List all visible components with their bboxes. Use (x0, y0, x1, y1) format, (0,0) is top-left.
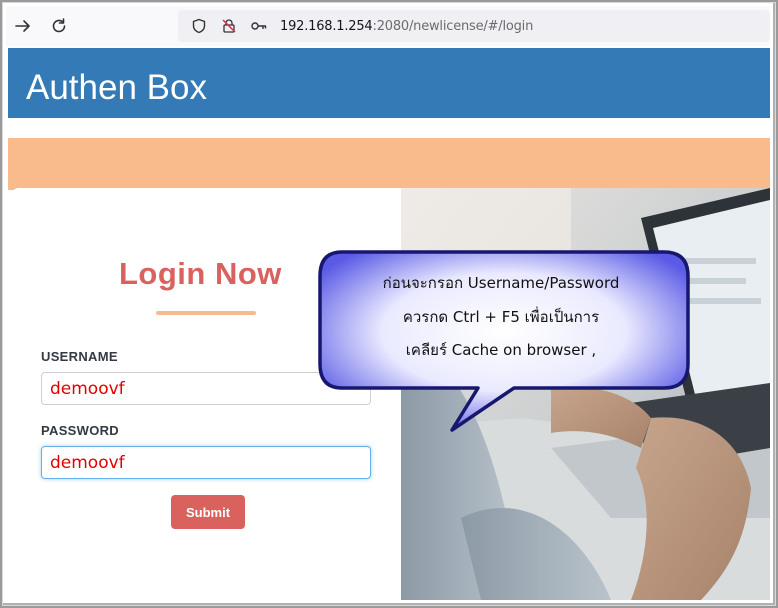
callout-line-3: เคลียร์ Cache on browser , (405, 341, 597, 359)
username-label: USERNAME (41, 349, 118, 364)
forward-arrow-icon[interactable] (12, 15, 34, 37)
insecure-lock-icon[interactable] (220, 17, 238, 35)
app-header: Authen Box (8, 48, 770, 118)
instruction-callout: ก่อนจะกรอก Username/Password ควรกด Ctrl … (316, 248, 696, 438)
submit-button[interactable]: Submit (171, 495, 245, 529)
shield-icon[interactable] (190, 17, 208, 35)
password-value: demoovf (50, 452, 125, 473)
login-heading: Login Now (119, 256, 282, 291)
app-title: Authen Box (26, 68, 207, 107)
key-icon[interactable] (250, 17, 268, 35)
reload-icon[interactable] (48, 15, 70, 37)
callout-line-2: ควรกด Ctrl + F5 เพื่อเป็นการ (402, 308, 600, 326)
url-path: :2080/newlicense/#/login (372, 18, 534, 34)
url-text[interactable]: 192.168.1.254:2080/newlicense/#/login (280, 19, 533, 34)
url-host: 192.168.1.254 (280, 18, 373, 34)
address-bar[interactable]: 192.168.1.254:2080/newlicense/#/login (178, 10, 770, 42)
orange-banner (8, 138, 770, 190)
callout-line-1: ก่อนจะกรอก Username/Password (382, 274, 620, 292)
browser-toolbar: 192.168.1.254:2080/newlicense/#/login (6, 6, 770, 46)
password-input[interactable]: demoovf (41, 446, 371, 479)
username-value: demoovf (50, 378, 125, 399)
password-label: PASSWORD (41, 423, 119, 438)
heading-underline (156, 311, 256, 315)
